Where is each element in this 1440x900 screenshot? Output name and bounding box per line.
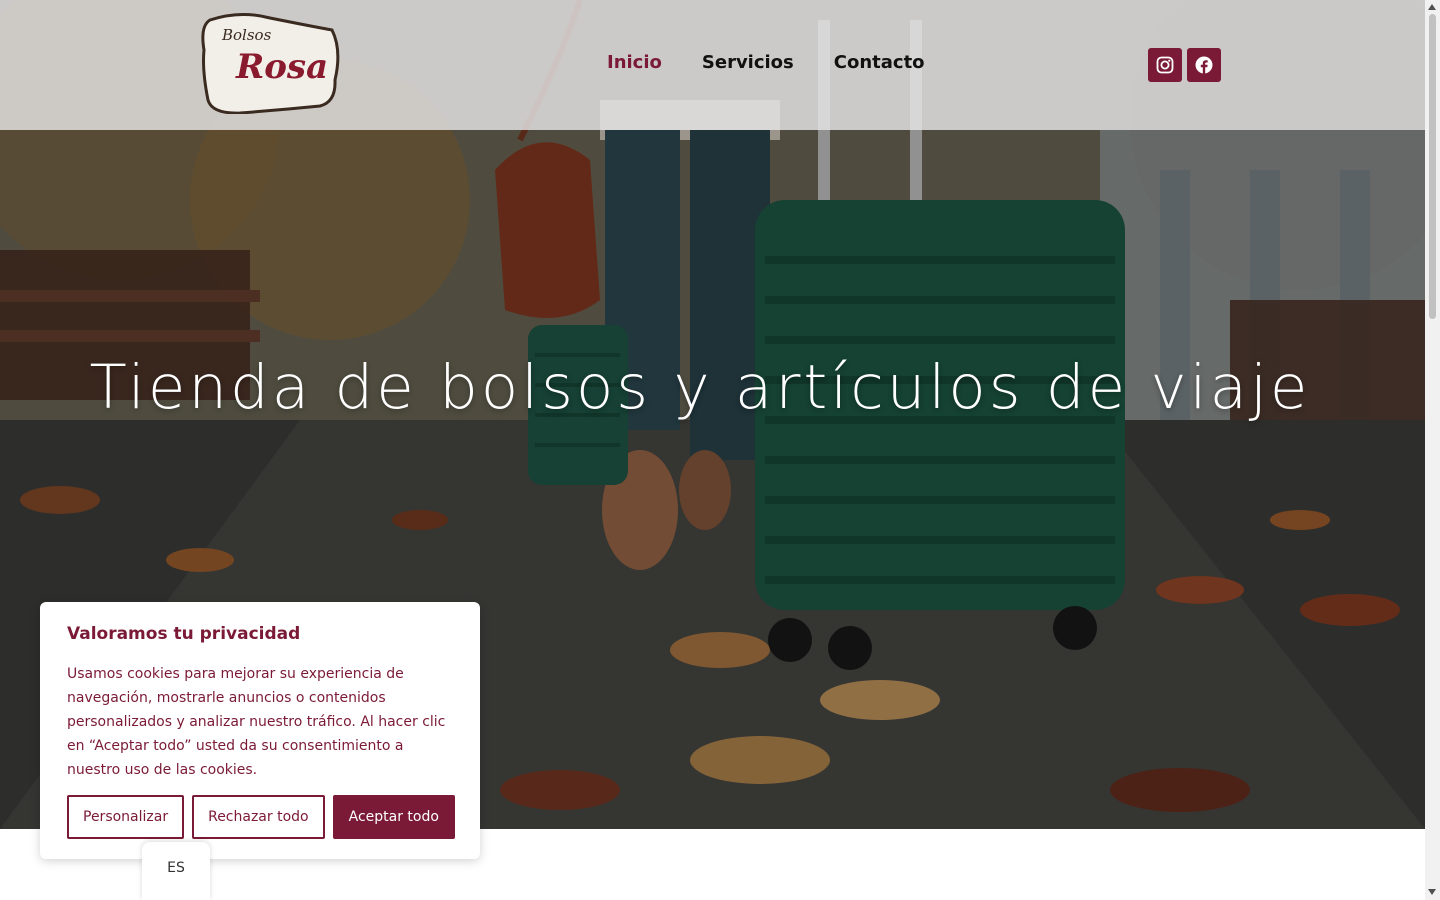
cookie-consent-banner: Valoramos tu privacidad Usamos cookies p… bbox=[40, 602, 480, 859]
facebook-button[interactable] bbox=[1187, 48, 1221, 82]
nav-item-contacto[interactable]: Contacto bbox=[834, 52, 925, 73]
customize-button[interactable]: Personalizar bbox=[67, 795, 185, 839]
cookie-actions: Personalizar Rechazar todo Aceptar todo bbox=[67, 795, 455, 839]
scroll-down-arrow-icon[interactable] bbox=[1428, 889, 1436, 895]
logo-small-text: Bolsos bbox=[221, 26, 272, 44]
language-switcher[interactable]: ES bbox=[142, 842, 210, 900]
logo-graphic: Bolsos Rosa bbox=[201, 13, 340, 115]
site-header: Bolsos Rosa Inicio Servicios Contacto bbox=[0, 0, 1425, 130]
reject-all-button[interactable]: Rechazar todo bbox=[192, 795, 325, 839]
facebook-icon bbox=[1195, 56, 1213, 74]
logo-big-text: Rosa bbox=[235, 47, 328, 87]
page-scrollbar[interactable] bbox=[1425, 0, 1440, 900]
cookie-title: Valoramos tu privacidad bbox=[67, 624, 301, 644]
site-logo[interactable]: Bolsos Rosa bbox=[200, 10, 342, 115]
cookie-description: Usamos cookies para mejorar su experienc… bbox=[67, 666, 446, 778]
scroll-thumb[interactable] bbox=[1429, 14, 1436, 319]
nav-item-inicio[interactable]: Inicio bbox=[607, 52, 662, 73]
instagram-icon bbox=[1156, 56, 1174, 74]
hero-title: Tienda de bolsos y artículos de viaje bbox=[89, 352, 1311, 423]
instagram-button[interactable] bbox=[1148, 48, 1182, 82]
main-nav: Inicio Servicios Contacto bbox=[607, 52, 925, 73]
nav-item-servicios[interactable]: Servicios bbox=[702, 52, 794, 73]
social-links bbox=[1148, 48, 1221, 82]
accept-all-button[interactable]: Aceptar todo bbox=[332, 795, 455, 839]
scroll-up-arrow-icon[interactable] bbox=[1428, 4, 1436, 10]
